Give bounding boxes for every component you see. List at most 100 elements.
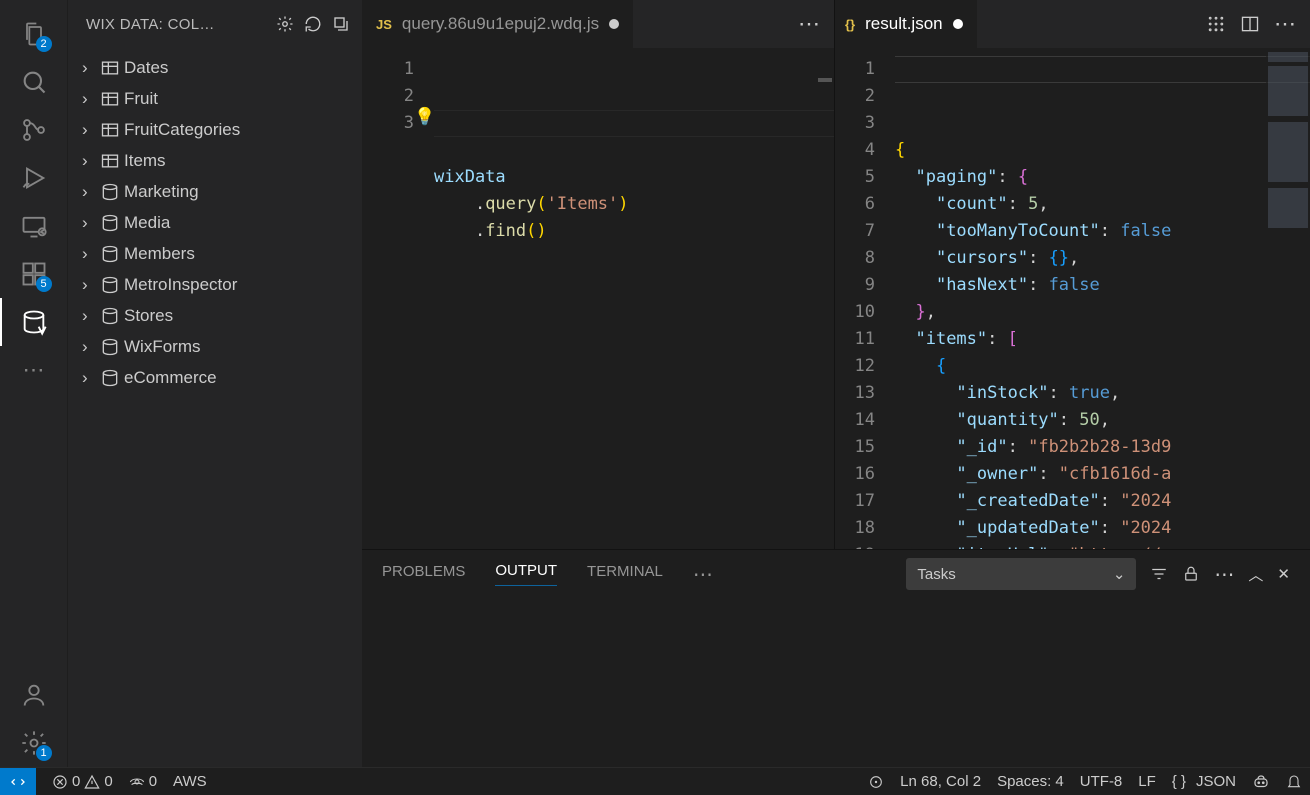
status-spaces[interactable]: Spaces: 4 bbox=[989, 773, 1072, 790]
json-file-icon: {} bbox=[845, 17, 855, 32]
database-icon bbox=[100, 213, 124, 233]
settings-gear-icon[interactable]: 1 bbox=[10, 719, 58, 767]
tab-query-js[interactable]: JS query.86u9u1epuj2.wdq.js bbox=[362, 0, 633, 48]
status-encoding[interactable]: UTF-8 bbox=[1072, 773, 1131, 790]
sidebar-item-fruitcategories[interactable]: › FruitCategories bbox=[68, 114, 362, 145]
status-problems[interactable]: 0 0 bbox=[44, 773, 121, 790]
panel-more-icon[interactable]: ⋯ bbox=[693, 562, 713, 587]
extensions-badge: 5 bbox=[36, 276, 52, 292]
tab-label: result.json bbox=[865, 14, 942, 34]
chevron-right-icon: › bbox=[82, 244, 100, 264]
table-icon bbox=[100, 151, 124, 171]
remote-explorer-icon[interactable] bbox=[10, 202, 58, 250]
database-icon bbox=[100, 244, 124, 264]
source-control-icon[interactable] bbox=[10, 106, 58, 154]
sidebar-item-media[interactable]: › Media bbox=[68, 207, 362, 238]
chevron-right-icon: › bbox=[82, 120, 100, 140]
settings-badge: 1 bbox=[36, 745, 52, 761]
refresh-icon[interactable] bbox=[304, 15, 322, 33]
status-eol[interactable]: LF bbox=[1130, 773, 1164, 790]
editor-left: JS query.86u9u1epuj2.wdq.js ⋯ 123 💡 wixD… bbox=[362, 0, 835, 549]
remote-indicator[interactable] bbox=[0, 768, 36, 795]
run-debug-icon[interactable] bbox=[10, 154, 58, 202]
database-icon bbox=[100, 182, 124, 202]
search-icon[interactable] bbox=[10, 58, 58, 106]
explorer-badge: 2 bbox=[36, 36, 52, 52]
sidebar-item-ecommerce[interactable]: ›eCommerce bbox=[68, 362, 362, 393]
status-bar: 0 0 0 AWS Ln 68, Col 2 Spaces: 4 UTF-8 L… bbox=[0, 767, 1310, 795]
tab-result-json[interactable]: {} result.json bbox=[835, 0, 977, 48]
output-channel-select[interactable]: Tasks ⌄ bbox=[906, 558, 1136, 590]
panel-tab-output[interactable]: OUTPUT bbox=[495, 562, 557, 586]
sidebar-title: WIX DATA: COL… bbox=[86, 16, 266, 33]
settings-icon[interactable] bbox=[276, 15, 294, 33]
sidebar-item-metroinspector[interactable]: › MetroInspector bbox=[68, 269, 362, 300]
chevron-down-icon: ⌄ bbox=[1113, 565, 1126, 583]
sidebar-item-marketing[interactable]: ›Marketing bbox=[68, 176, 362, 207]
tab-more-icon[interactable]: ⋯ bbox=[798, 11, 820, 37]
status-ports[interactable]: 0 bbox=[121, 773, 165, 790]
status-copilot-icon[interactable] bbox=[1244, 773, 1278, 791]
status-target-icon[interactable] bbox=[860, 774, 892, 790]
status-language[interactable]: { }JSON bbox=[1164, 773, 1244, 790]
table-icon bbox=[100, 89, 124, 109]
chevron-up-icon[interactable]: ︿ bbox=[1248, 564, 1263, 585]
chevron-right-icon: › bbox=[82, 306, 100, 326]
chevron-right-icon: › bbox=[82, 337, 100, 357]
sidebar: WIX DATA: COL… ›Dates›Fruit›FruitCategor… bbox=[68, 0, 362, 767]
chevron-right-icon: › bbox=[82, 89, 100, 109]
account-icon[interactable] bbox=[10, 671, 58, 719]
lightbulb-icon[interactable]: 💡 bbox=[414, 104, 435, 131]
line-gutter: 12345678910111213141516171819 bbox=[835, 48, 895, 549]
database-icon bbox=[100, 337, 124, 357]
sidebar-item-label: MetroInspector bbox=[124, 275, 237, 295]
split-editor-icon[interactable] bbox=[1240, 14, 1260, 34]
sidebar-item-dates[interactable]: ›Dates bbox=[68, 52, 362, 83]
panel-tab-terminal[interactable]: TERMINAL bbox=[587, 563, 663, 586]
collapse-icon[interactable] bbox=[332, 15, 350, 33]
more-icon[interactable]: ⋯ bbox=[10, 346, 58, 394]
sidebar-item-label: Dates bbox=[124, 58, 168, 78]
js-file-icon: JS bbox=[376, 17, 392, 32]
status-cursor[interactable]: Ln 68, Col 2 bbox=[892, 773, 989, 790]
sidebar-item-stores[interactable]: ›Stores bbox=[68, 300, 362, 331]
tab-label: query.86u9u1epuj2.wdq.js bbox=[402, 14, 599, 34]
run-icon[interactable] bbox=[1206, 14, 1226, 34]
sidebar-item-fruit[interactable]: › Fruit bbox=[68, 83, 362, 114]
panel-more-actions-icon[interactable]: ⋯ bbox=[1214, 562, 1234, 587]
explorer-icon[interactable]: 2 bbox=[10, 10, 58, 58]
chevron-right-icon: › bbox=[82, 151, 100, 171]
scrollbar[interactable] bbox=[814, 48, 834, 549]
tab-more-icon[interactable]: ⋯ bbox=[1274, 11, 1296, 37]
sidebar-item-members[interactable]: › Members bbox=[68, 238, 362, 269]
database-icon bbox=[100, 306, 124, 326]
sidebar-item-label: Members bbox=[124, 244, 195, 264]
code-content[interactable]: { "paging": { "count": 5, "tooManyToCoun… bbox=[895, 48, 1310, 549]
sidebar-item-label: Media bbox=[124, 213, 170, 233]
table-icon bbox=[100, 120, 124, 140]
editor-right: {} result.json ⋯ 12345678910111213141516… bbox=[835, 0, 1310, 549]
chevron-right-icon: › bbox=[82, 275, 100, 295]
wix-data-icon[interactable] bbox=[10, 298, 58, 346]
sidebar-item-label: WixForms bbox=[124, 337, 200, 357]
sidebar-item-label: Fruit bbox=[124, 89, 158, 109]
sidebar-item-label: FruitCategories bbox=[124, 120, 240, 140]
table-icon bbox=[100, 58, 124, 78]
dirty-indicator-icon bbox=[953, 19, 963, 29]
status-bell-icon[interactable] bbox=[1278, 774, 1310, 790]
sidebar-item-label: eCommerce bbox=[124, 368, 217, 388]
close-panel-icon[interactable]: ✕ bbox=[1277, 565, 1290, 583]
status-cloud[interactable]: AWS bbox=[165, 773, 215, 790]
filter-icon[interactable] bbox=[1150, 565, 1168, 583]
code-content[interactable]: 💡 wixData .query('Items') .find() bbox=[434, 48, 834, 549]
sidebar-item-items[interactable]: ›Items bbox=[68, 145, 362, 176]
dirty-indicator-icon bbox=[609, 19, 619, 29]
sidebar-item-label: Marketing bbox=[124, 182, 199, 202]
database-icon bbox=[100, 368, 124, 388]
panel-tab-problems[interactable]: PROBLEMS bbox=[382, 563, 465, 586]
chevron-right-icon: › bbox=[82, 213, 100, 233]
sidebar-item-wixforms[interactable]: › WixForms bbox=[68, 331, 362, 362]
extensions-icon[interactable]: 5 bbox=[10, 250, 58, 298]
database-icon bbox=[100, 275, 124, 295]
lock-icon[interactable] bbox=[1182, 565, 1200, 583]
